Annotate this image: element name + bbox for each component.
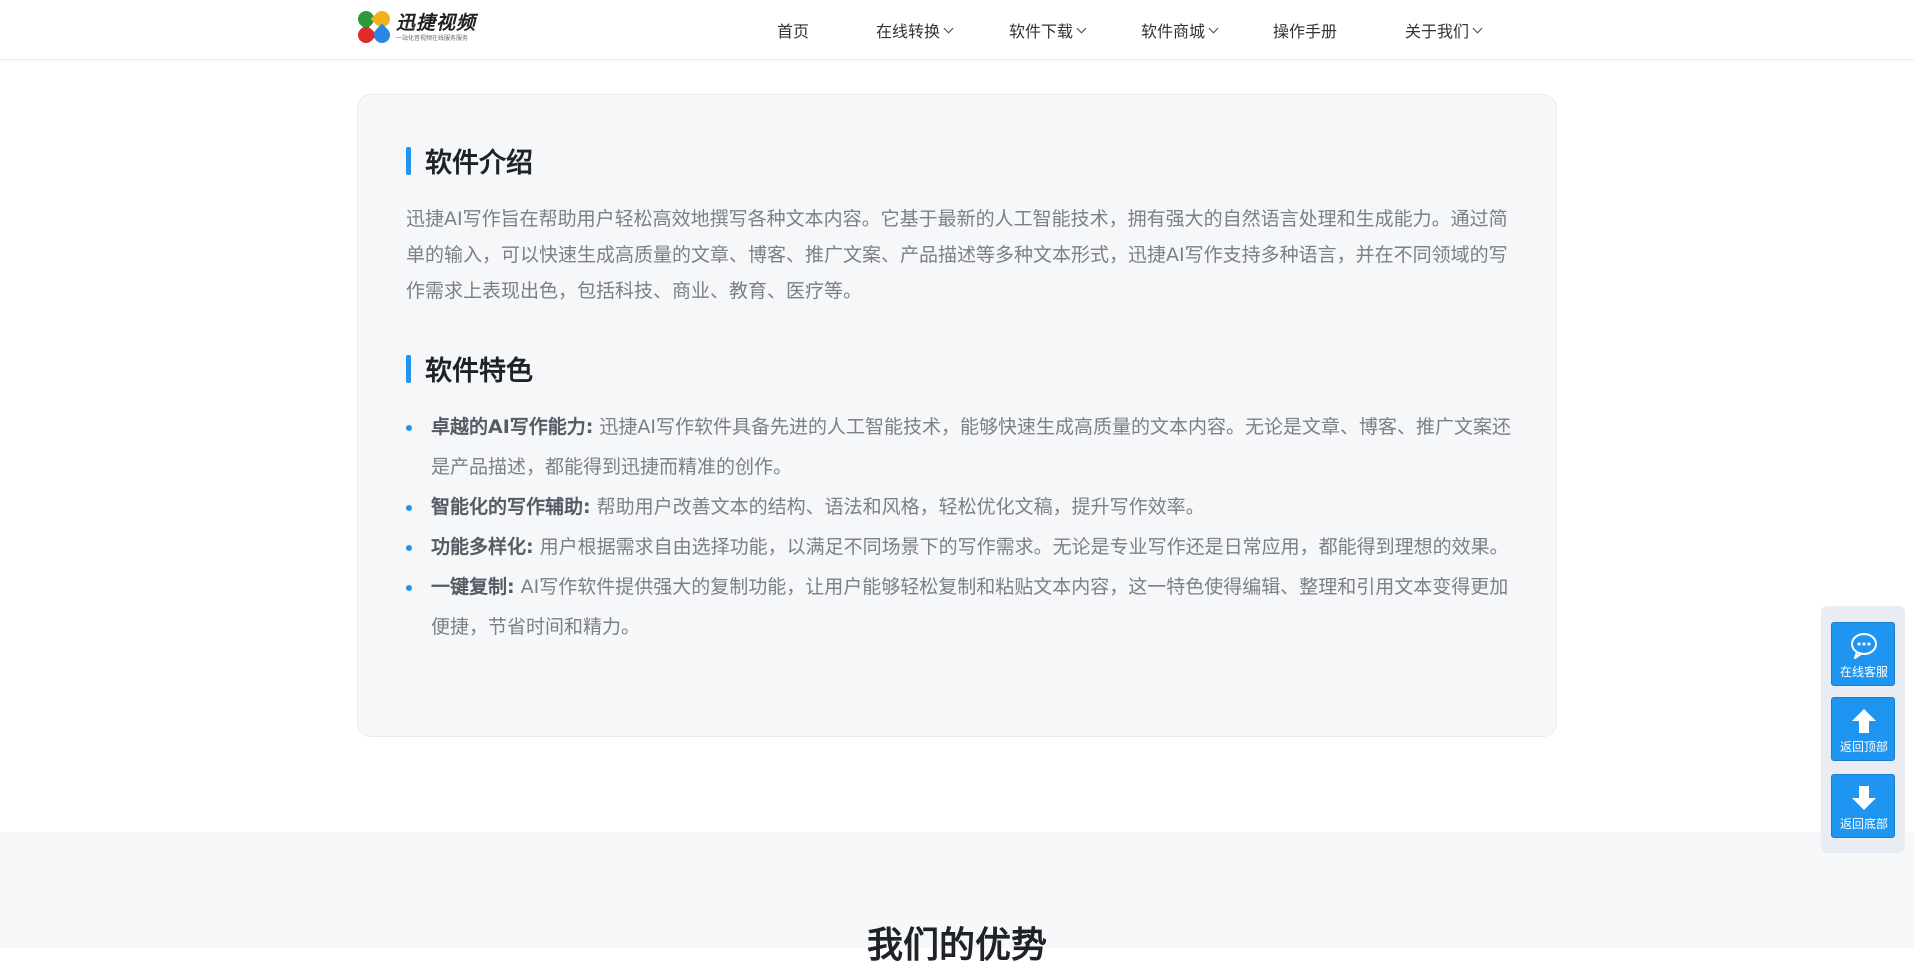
feature-heading: 卓越的AI写作能力:	[431, 416, 594, 438]
nav-item-label: 关于我们	[1405, 22, 1470, 41]
back-to-top-label: 返回顶部	[1839, 740, 1888, 754]
logo-name: 迅捷视频	[396, 11, 477, 34]
list-item: 智能化的写作辅助: 帮助用户改善文本的结构、语法和风格，轻松优化文稿，提升写作效…	[406, 487, 1516, 527]
arrow-up-icon	[1832, 706, 1896, 736]
chevron-down-icon	[1472, 23, 1483, 33]
site-header: 迅捷视频 一站化音视频在线服务服务 首页 在线转换 软件下载 软件商城 操作手册…	[0, 0, 1914, 60]
bullet-icon	[406, 425, 412, 431]
feature-heading: 一键复制:	[431, 576, 515, 598]
intro-heading: 软件介绍	[406, 141, 533, 180]
heading-accent-bar	[406, 354, 411, 383]
online-service-label: 在线客服	[1839, 665, 1888, 679]
chevron-down-icon	[943, 23, 954, 33]
online-service-button[interactable]: 在线客服	[1831, 622, 1895, 686]
nav-item-label: 软件下载	[1009, 22, 1074, 41]
feature-text: AI写作软件提供强大的复制功能，让用户能够轻松复制和粘贴文本内容，这一特色使得编…	[431, 576, 1509, 638]
software-info-card: 软件介绍 迅捷AI写作旨在帮助用户轻松高效地撰写各种文本内容。它基于最新的人工智…	[357, 94, 1557, 737]
feature-text: 用户根据需求自由选择功能，以满足不同场景下的写作需求。无论是专业写作还是日常应用…	[533, 536, 1509, 558]
feature-text: 帮助用户改善文本的结构、语法和风格，轻松优化文稿，提升写作效率。	[590, 496, 1205, 518]
logo-icon	[354, 7, 394, 47]
advantages-section: 我们的优势	[0, 832, 1914, 966]
logo-slogan: 一站化音视频在线服务服务	[396, 34, 469, 42]
feature-text: 迅捷AI写作软件具备先进的人工智能技术，能够快速生成高质量的文本内容。无论是文章…	[431, 416, 1512, 478]
list-item: 一键复制: AI写作软件提供强大的复制功能，让用户能够轻松复制和粘贴文本内容，这…	[406, 567, 1516, 647]
nav-item-label: 首页	[777, 22, 810, 41]
arrow-down-icon	[1832, 783, 1896, 813]
feature-heading: 功能多样化:	[431, 536, 534, 558]
chevron-down-icon	[1208, 23, 1219, 33]
list-item: 卓越的AI写作能力: 迅捷AI写作软件具备先进的人工智能技术，能够快速生成高质量…	[406, 407, 1516, 487]
nav-item-home[interactable]: 首页	[777, 18, 809, 42]
features-list: 卓越的AI写作能力: 迅捷AI写作软件具备先进的人工智能技术，能够快速生成高质量…	[406, 407, 1516, 647]
back-to-bottom-label: 返回底部	[1839, 817, 1888, 831]
features-title: 软件特色	[425, 356, 533, 387]
nav-item-manual[interactable]: 操作手册	[1273, 18, 1337, 42]
nav-item-software-download[interactable]: 软件下载	[1009, 18, 1087, 42]
floating-side-panel: 在线客服 返回顶部 返回底部	[1821, 606, 1905, 853]
nav-item-label: 软件商城	[1141, 22, 1206, 41]
chevron-down-icon	[1076, 23, 1087, 33]
site-logo[interactable]: 迅捷视频 一站化音视频在线服务服务	[354, 7, 486, 47]
back-to-top-button[interactable]: 返回顶部	[1831, 697, 1895, 761]
nav-item-online-convert[interactable]: 在线转换	[876, 18, 954, 42]
nav-item-about-us[interactable]: 关于我们	[1405, 18, 1483, 42]
features-heading: 软件特色	[406, 349, 533, 388]
nav-item-label: 操作手册	[1273, 22, 1338, 41]
advantages-title: 我们的优势	[866, 925, 1047, 966]
nav-item-label: 在线转换	[876, 22, 941, 41]
heading-accent-bar	[406, 146, 411, 175]
intro-text: 迅捷AI写作旨在帮助用户轻松高效地撰写各种文本内容。它基于最新的人工智能技术，拥…	[406, 208, 1508, 302]
intro-title: 软件介绍	[425, 148, 533, 179]
list-item: 功能多样化: 用户根据需求自由选择功能，以满足不同场景下的写作需求。无论是专业写…	[406, 527, 1516, 567]
logo-text: 迅捷视频 一站化音视频在线服务服务	[396, 12, 476, 43]
bullet-icon	[406, 505, 412, 511]
chat-bubble-icon	[1832, 631, 1896, 661]
back-to-bottom-button[interactable]: 返回底部	[1831, 774, 1895, 838]
feature-heading: 智能化的写作辅助:	[431, 496, 591, 518]
bullet-icon	[406, 585, 412, 591]
bullet-icon	[406, 545, 412, 551]
nav-item-software-store[interactable]: 软件商城	[1141, 18, 1219, 42]
